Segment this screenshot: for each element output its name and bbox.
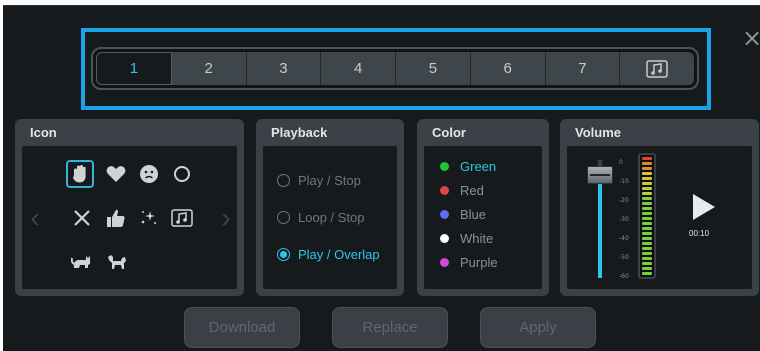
next-page-arrow[interactable]: ›	[219, 203, 233, 233]
sound-button-dialog: × 1 2 3 4 5 6 7 Icon ‹ › Playback Play /…	[3, 5, 760, 351]
meter-segment	[642, 167, 652, 170]
meter-segment	[642, 157, 652, 160]
meter-segment	[642, 227, 652, 230]
color-option-green[interactable]: Green	[440, 156, 496, 176]
dog-icon[interactable]	[103, 247, 131, 275]
volume-panel: Volume 0 -10 -20 -30 -40 -50 -60 00:10	[560, 119, 759, 296]
playback-time: 00:10	[689, 229, 710, 238]
volume-panel-title: Volume	[575, 125, 621, 140]
meter-segment	[642, 202, 652, 205]
apply-button[interactable]: Apply	[480, 307, 596, 348]
color-swatch	[440, 209, 449, 219]
meter-segment	[642, 192, 652, 195]
meter-segment	[642, 232, 652, 235]
meter-segment	[642, 247, 652, 250]
playback-option-loop-stop[interactable]: Loop / Stop	[277, 207, 365, 227]
color-label: Red	[460, 182, 484, 198]
db-label: -20	[619, 197, 629, 204]
color-option-purple[interactable]: Purple	[440, 252, 498, 272]
color-option-red[interactable]: Red	[440, 180, 484, 200]
tab-bar: 1 2 3 4 5 6 7	[91, 47, 699, 90]
color-swatch	[440, 185, 449, 195]
volume-fader-knob[interactable]	[587, 166, 613, 185]
color-swatch	[440, 161, 449, 171]
playback-options: Play / Stop Loop / Stop Play / Overlap	[263, 146, 397, 289]
smiley-icon[interactable]	[135, 160, 163, 188]
volume-fader-fill	[598, 175, 602, 278]
playback-panel-title: Playback	[271, 125, 328, 140]
meter-segment	[642, 162, 652, 165]
radio-button[interactable]	[277, 247, 290, 261]
icon-grid: ‹ ›	[22, 146, 237, 289]
meter-segment	[642, 237, 652, 240]
meter-segment	[642, 262, 652, 265]
meter-segment	[642, 172, 652, 175]
cat-icon[interactable]	[68, 247, 96, 275]
db-label: -50	[619, 254, 629, 261]
db-label: -30	[619, 216, 629, 223]
volume-controls: 0 -10 -20 -30 -40 -50 -60 00:10	[567, 146, 752, 289]
meter-segment	[642, 187, 652, 190]
color-panel: Color Green Red Blue White Purple	[417, 119, 549, 296]
tab-7[interactable]: 7	[545, 52, 621, 85]
replace-button[interactable]: Replace	[332, 307, 448, 348]
radio-button[interactable]	[277, 173, 290, 187]
thumbs-up-icon[interactable]	[102, 204, 130, 232]
meter-segment	[642, 177, 652, 180]
download-button[interactable]: Download	[184, 307, 300, 348]
color-swatch	[440, 257, 449, 267]
close-icon[interactable]: ×	[742, 26, 760, 50]
x-icon[interactable]	[68, 204, 96, 232]
heart-icon[interactable]	[102, 160, 130, 188]
hand-icon[interactable]	[66, 160, 94, 188]
meter-segment	[642, 272, 652, 275]
playback-option-play-overlap[interactable]: Play / Overlap	[277, 244, 380, 264]
tab-3[interactable]: 3	[246, 52, 322, 85]
icon-panel: Icon ‹ ›	[15, 119, 244, 296]
meter-segment	[642, 212, 652, 215]
tab-5[interactable]: 5	[396, 52, 471, 85]
level-meter	[638, 153, 656, 279]
icon-panel-title: Icon	[30, 125, 57, 140]
db-label: -10	[619, 178, 629, 185]
color-label: Purple	[460, 254, 498, 270]
color-swatch	[440, 233, 449, 243]
color-option-blue[interactable]: Blue	[440, 204, 486, 224]
db-label: -40	[619, 235, 629, 242]
meter-segment	[642, 242, 652, 245]
db-label: -60	[619, 273, 629, 280]
playback-option-play-stop[interactable]: Play / Stop	[277, 170, 361, 190]
prev-page-arrow[interactable]: ‹	[28, 203, 42, 233]
meter-segment	[642, 222, 652, 225]
option-label: Play / Overlap	[298, 246, 380, 262]
tab-6[interactable]: 6	[470, 52, 546, 85]
meter-segment	[642, 252, 652, 255]
color-label: Blue	[460, 206, 487, 222]
radio-button[interactable]	[277, 210, 290, 224]
meter-segment	[642, 217, 652, 220]
tab-2[interactable]: 2	[171, 52, 247, 85]
circle-icon[interactable]	[168, 160, 196, 188]
meter-segment	[642, 267, 652, 270]
playback-panel: Playback Play / Stop Loop / Stop Play / …	[256, 119, 404, 296]
color-options: Green Red Blue White Purple	[424, 146, 542, 289]
sparkle-icon[interactable]	[135, 204, 163, 232]
color-option-white[interactable]: White	[440, 228, 493, 248]
tab-1[interactable]: 1	[96, 52, 172, 85]
option-label: Loop / Stop	[298, 209, 365, 225]
meter-segment	[642, 207, 652, 210]
music-note-icon	[646, 59, 668, 78]
option-label: Play / Stop	[298, 172, 361, 188]
db-label: 0	[619, 159, 623, 166]
color-label: White	[460, 230, 494, 246]
play-icon[interactable]	[693, 194, 715, 220]
color-label: Green	[460, 158, 497, 174]
meter-segment	[642, 182, 652, 185]
meter-segment	[642, 257, 652, 260]
tab-4[interactable]: 4	[321, 52, 396, 85]
tab-music[interactable]	[620, 52, 694, 85]
music-note-icon[interactable]	[168, 204, 196, 232]
meter-segment	[642, 197, 652, 200]
color-panel-title: Color	[432, 125, 466, 140]
